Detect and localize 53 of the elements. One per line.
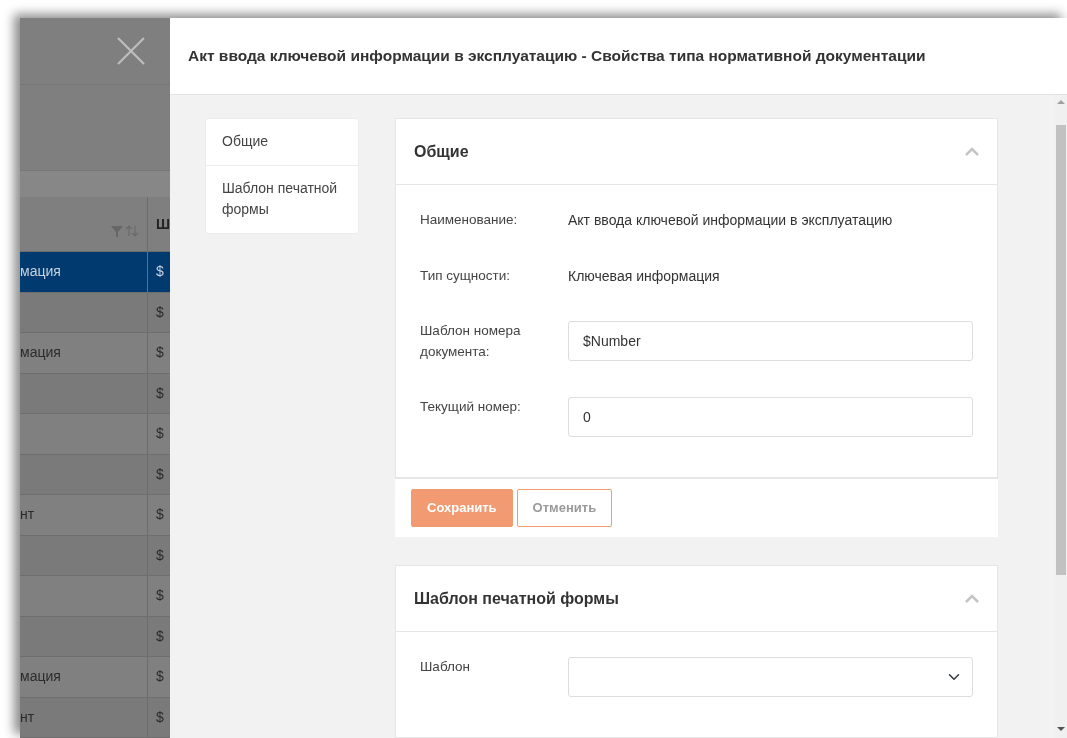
- table-cell-text: нт: [20, 707, 35, 727]
- scroll-down-icon[interactable]: [1057, 726, 1065, 732]
- input-field[interactable]: $Number: [568, 321, 973, 362]
- table-row[interactable]: $: [20, 373, 170, 414]
- table-cell-text: $: [156, 545, 164, 565]
- table-row[interactable]: мация $: [20, 333, 170, 374]
- table-row[interactable]: мация $: [20, 252, 170, 293]
- table-row[interactable]: $: [20, 454, 170, 495]
- table-row[interactable]: нт $: [20, 697, 170, 738]
- table-cell-text: $: [156, 383, 164, 403]
- table-cell-text: $: [156, 302, 164, 322]
- table-row[interactable]: мация $: [20, 657, 170, 698]
- table-row[interactable]: $: [20, 414, 170, 455]
- table-cell-text: мация: [20, 262, 61, 282]
- section-title: Общие: [414, 141, 469, 162]
- table-cell-text: $: [156, 707, 164, 727]
- field-value: Акт ввода ключевой информации в эксплуатацию: [568, 211, 893, 230]
- table-cell-text: мация: [20, 667, 61, 687]
- table-row[interactable]: $: [20, 616, 170, 657]
- table-row[interactable]: $: [20, 535, 170, 576]
- table-cell-text: нт: [20, 505, 35, 525]
- nav-link[interactable]: Шаблон печатной формы: [206, 165, 358, 234]
- field-label: Тип сущности:: [420, 266, 512, 285]
- dialog-title: Акт ввода ключевой информации в эксплуатацию - Свойства типа нормативной документации: [188, 46, 926, 67]
- table-cell-text: $: [156, 586, 164, 606]
- chevron-up-icon[interactable]: [965, 594, 979, 603]
- column-header: Ш: [155, 214, 170, 234]
- scrollbar-thumb[interactable]: [1056, 125, 1066, 575]
- field-label: Наименование:: [420, 211, 519, 229]
- scroll-up-icon[interactable]: [1057, 99, 1065, 105]
- filter-icon[interactable]: [110, 226, 123, 237]
- field-label: Шаблон номера документа:: [420, 322, 522, 362]
- field-label: Текущий номер:: [420, 398, 522, 417]
- table-cell-text: $: [156, 464, 164, 484]
- table-cell-text: $: [156, 262, 164, 282]
- input-field[interactable]: 0: [568, 397, 973, 438]
- table-cell-text: мация: [20, 343, 61, 363]
- close-icon[interactable]: [116, 36, 146, 67]
- section-title: Шаблон печатной формы: [414, 588, 619, 609]
- table-cell-text: $: [156, 424, 164, 444]
- table-cell-text: $: [156, 505, 164, 525]
- table-cell-text: $: [156, 626, 164, 646]
- select-field[interactable]: [568, 657, 973, 697]
- chevron-up-icon[interactable]: [965, 147, 979, 156]
- nav-link[interactable]: Общие: [206, 119, 358, 166]
- field-label: Шаблон: [420, 658, 471, 676]
- table-cell-text: $: [156, 343, 164, 363]
- table-row[interactable]: $: [20, 576, 170, 617]
- field-value: Ключевая информация: [568, 266, 720, 286]
- save-button[interactable]: Сохранить: [411, 489, 513, 528]
- table-cell-text: $: [156, 667, 164, 687]
- table-row[interactable]: $: [20, 292, 170, 333]
- table-row[interactable]: нт $: [20, 495, 170, 536]
